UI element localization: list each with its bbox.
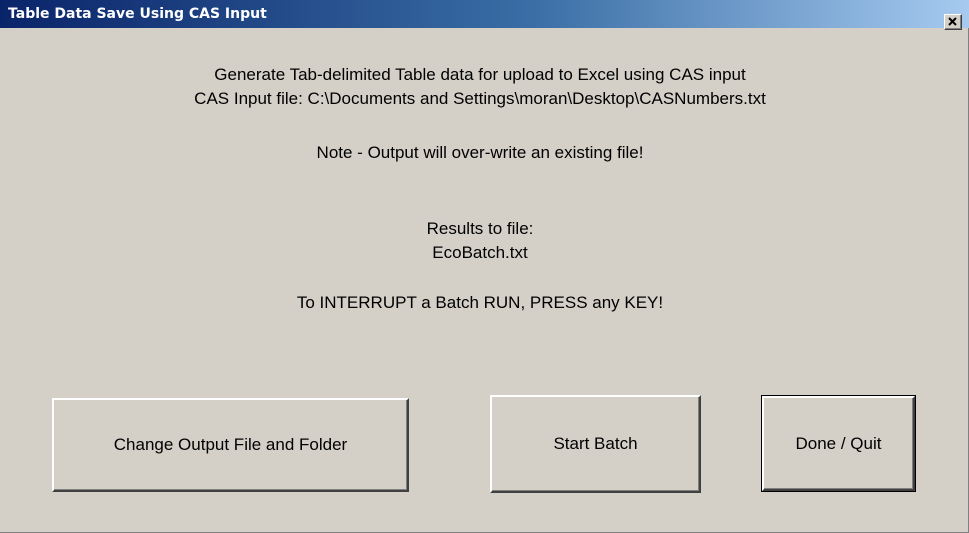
results-label: Results to file: (426, 219, 534, 238)
close-button[interactable] (944, 14, 962, 30)
done-quit-button[interactable]: Done / Quit (761, 395, 916, 492)
start-batch-button[interactable]: Start Batch (490, 395, 701, 493)
results-file-name: EcoBatch.txt (432, 243, 528, 262)
window-title: Table Data Save Using CAS Input (8, 6, 267, 22)
overwrite-note: Note - Output will over-write an existin… (316, 143, 644, 162)
dialog-window: Table Data Save Using CAS Input Generate… (0, 0, 969, 533)
cas-input-file-line: CAS Input file: C:\Documents and Setting… (194, 89, 766, 108)
description-line: Generate Tab-delimited Table data for up… (214, 65, 746, 84)
title-bar[interactable]: Table Data Save Using CAS Input (0, 0, 969, 28)
close-icon (948, 17, 957, 26)
interrupt-instruction: To INTERRUPT a Batch RUN, PRESS any KEY! (296, 293, 664, 312)
change-output-file-button[interactable]: Change Output File and Folder (52, 398, 409, 492)
